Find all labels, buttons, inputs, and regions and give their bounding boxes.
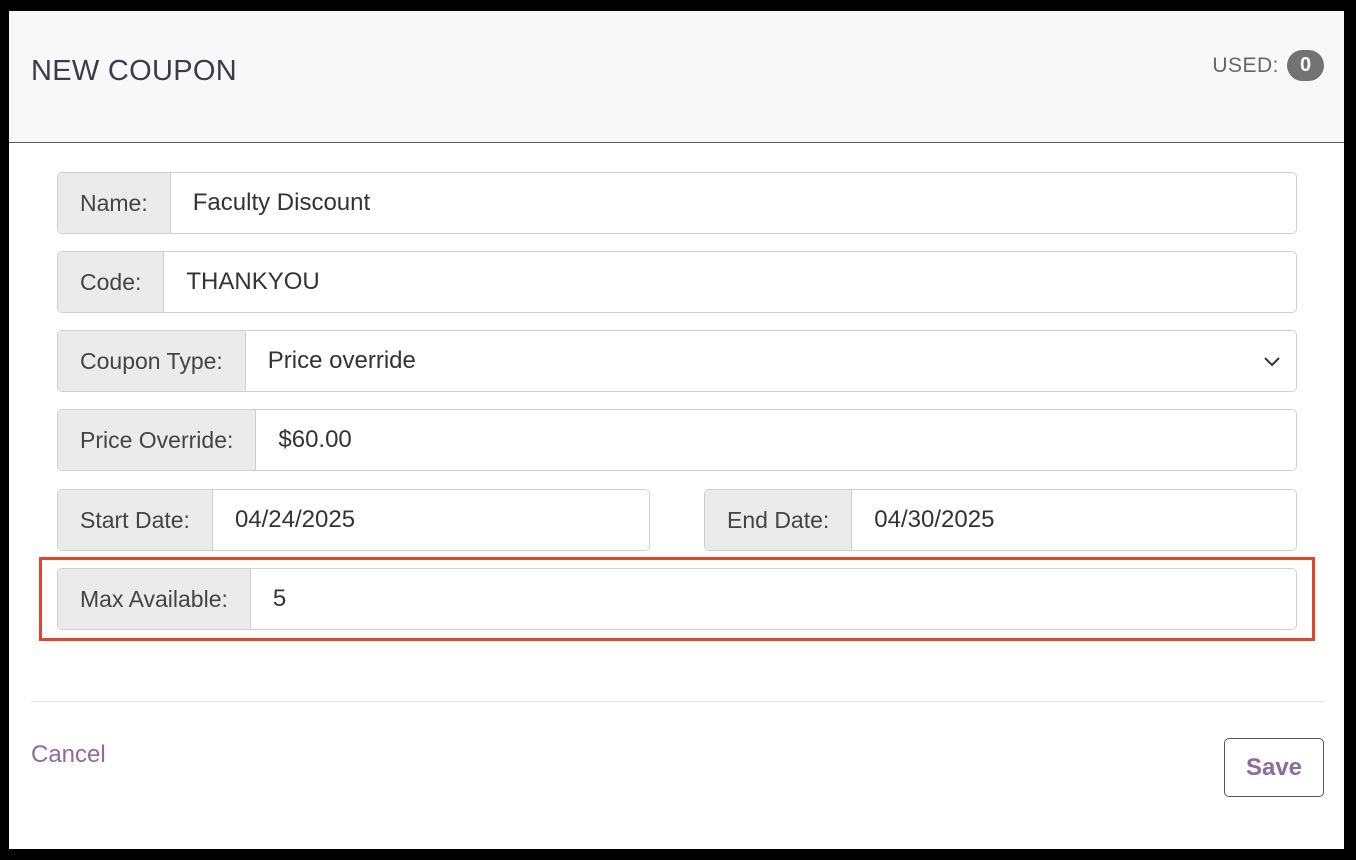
modal-title: NEW COUPON: [31, 55, 237, 87]
used-count-badge: 0: [1287, 50, 1324, 81]
coupon-type-select[interactable]: Price override: [245, 331, 1296, 391]
coupon-type-selected-value: Price override: [267, 347, 416, 374]
cancel-link[interactable]: Cancel: [31, 741, 106, 769]
footer-divider: [31, 701, 1325, 702]
name-input[interactable]: [170, 173, 1296, 233]
name-field-group: Name:: [57, 172, 1297, 234]
price-override-field-group: Price Override:: [57, 409, 1297, 471]
code-field-group: Code:: [57, 251, 1297, 313]
end-date-field-group: End Date:: [704, 489, 1297, 551]
start-date-input[interactable]: [212, 490, 649, 550]
coupon-type-field-group: Coupon Type: Price override: [57, 330, 1297, 392]
max-available-highlight: [39, 557, 1315, 641]
code-label: Code:: [58, 252, 165, 312]
chevron-down-icon: [1264, 357, 1280, 367]
name-label: Name:: [58, 173, 171, 233]
coupon-type-label: Coupon Type:: [58, 331, 246, 391]
modal-header: NEW COUPON USED: 0: [9, 11, 1344, 143]
end-date-label: End Date:: [705, 490, 853, 550]
used-label: USED:: [1212, 53, 1279, 77]
used-indicator: USED: 0: [1212, 50, 1324, 81]
start-date-label: Start Date:: [58, 490, 213, 550]
start-date-field-group: Start Date:: [57, 489, 650, 551]
save-button[interactable]: Save: [1224, 738, 1324, 797]
new-coupon-modal: NEW COUPON USED: 0 Name: Code: Coupon Ty…: [9, 11, 1344, 849]
end-date-input[interactable]: [852, 490, 1296, 550]
price-override-label: Price Override:: [58, 410, 257, 470]
code-input[interactable]: [164, 252, 1296, 312]
price-override-input[interactable]: [256, 410, 1296, 470]
